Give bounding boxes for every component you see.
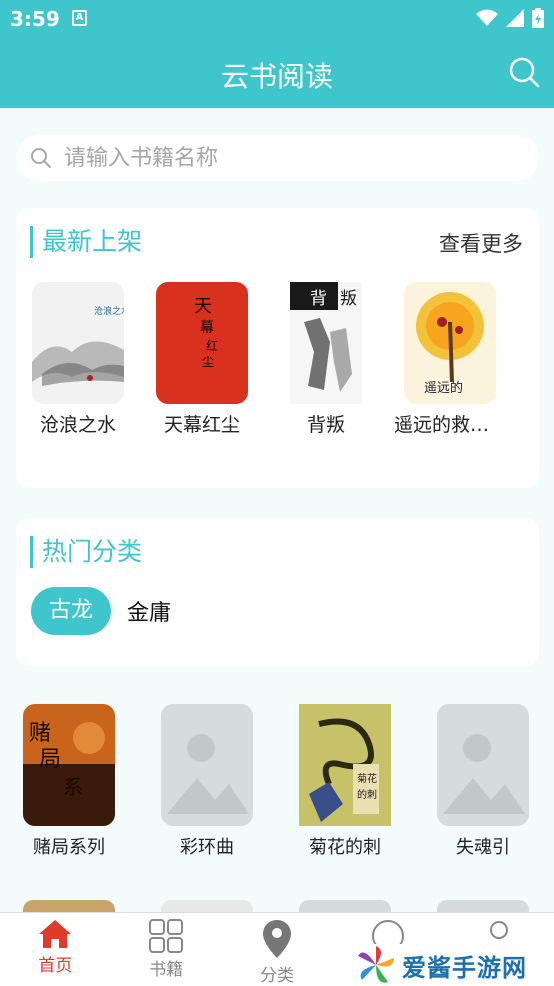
book-title: 天幕红尘 (163, 414, 240, 436)
svg-text:叛: 叛 (340, 289, 357, 309)
book-title: 背叛 (306, 414, 345, 436)
latest-title: 最新上架 (30, 226, 142, 258)
grid-icon (149, 919, 184, 953)
book-item[interactable]: 天幕红尘 天幕红尘 (140, 282, 264, 437)
svg-text:尘: 尘 (202, 355, 214, 369)
book-title: 彩环曲 (180, 837, 234, 858)
home-icon (39, 920, 72, 948)
categories-title: 热门分类 (30, 536, 142, 568)
wifi-icon (476, 9, 498, 26)
pinwheel-logo-icon (358, 946, 394, 983)
svg-text:赌: 赌 (29, 721, 51, 746)
placeholder-image-icon (161, 704, 253, 826)
svg-text:天: 天 (194, 296, 212, 317)
svg-text:局: 局 (39, 747, 61, 772)
latest-card: 最新上架 查看更多 沧浪之水 沧浪之水 天幕红尘 天幕红尘 背叛 背叛 遥远的 … (16, 208, 539, 488)
grid-book-item[interactable]: 失魂引 (414, 704, 552, 859)
watermark-text: 爱酱手游网 (402, 953, 527, 982)
tab-home[interactable]: 首页 (0, 913, 111, 986)
tab-books[interactable]: 书籍 (111, 913, 222, 986)
book-item[interactable]: 遥远的 遥远的救世主 (388, 282, 512, 437)
book-cover: 沧浪之水 (32, 282, 124, 404)
book-title: 沧浪之水 (39, 414, 116, 436)
book-title: 遥远的救世主 (394, 414, 506, 436)
categories-card: 热门分类 古龙 金庸 (16, 518, 539, 666)
svg-text:菊花: 菊花 (357, 772, 377, 785)
placeholder-image-icon (437, 704, 529, 826)
tab-label: 书籍 (149, 960, 184, 980)
status-time: 3:59 (10, 7, 60, 31)
location-pin-icon (262, 920, 291, 958)
signal-icon (506, 9, 524, 27)
category-tag[interactable]: 金庸 (127, 595, 171, 627)
book-cover: 菊花 的刺 (299, 704, 391, 826)
search-input[interactable] (64, 145, 484, 171)
app-title: 云书阅读 (220, 60, 333, 93)
status-bar: 3:59 A (0, 0, 554, 38)
svg-text:红: 红 (206, 338, 218, 353)
book-item[interactable]: 沧浪之水 沧浪之水 (16, 282, 140, 437)
latest-books: 沧浪之水 沧浪之水 天幕红尘 天幕红尘 背叛 背叛 遥远的 遥远的救世主 (16, 282, 539, 437)
grid-book-item[interactable]: 菊花 的刺 菊花的刺 (276, 704, 414, 859)
book-cover: 赌局系 (23, 704, 115, 826)
view-more-link[interactable]: 查看更多 (439, 228, 523, 258)
app-bar: 云书阅读 (0, 38, 554, 108)
search-bar[interactable] (16, 135, 539, 181)
tab-label: 分类 (259, 966, 294, 986)
search-icon (31, 148, 51, 168)
notification-icon: A (72, 10, 87, 26)
book-title: 失魂引 (456, 837, 510, 858)
category-tags: 古龙 金庸 (31, 587, 171, 635)
grid-book-item[interactable]: 彩环曲 (138, 704, 276, 859)
tab-category[interactable]: 分类 (222, 913, 333, 986)
book-cover: 背叛 (290, 282, 362, 404)
system-icons (476, 8, 544, 28)
svg-text:背: 背 (310, 289, 327, 309)
svg-text:幕: 幕 (200, 320, 214, 336)
svg-text:沧浪之水: 沧浪之水 (94, 305, 124, 317)
battery-icon (532, 8, 544, 28)
search-icon[interactable] (508, 56, 540, 88)
category-tag-active[interactable]: 古龙 (31, 587, 111, 635)
watermark: 爱酱手游网 (354, 944, 554, 986)
svg-text:的刺: 的刺 (357, 788, 377, 801)
tab-label: 首页 (38, 956, 73, 976)
svg-text:系: 系 (63, 775, 83, 799)
grid-book-item[interactable]: 赌局系 赌局系列 (0, 704, 138, 859)
book-title: 菊花的刺 (309, 837, 381, 858)
book-title: 赌局系列 (33, 837, 105, 858)
book-grid: 赌局系 赌局系列 彩环曲 菊花 的刺 菊花的刺 失魂引 (0, 704, 554, 859)
svg-text:遥远的: 遥远的 (424, 380, 463, 396)
book-cover: 天幕红尘 (156, 282, 248, 404)
book-cover: 遥远的 (404, 282, 496, 404)
book-item[interactable]: 背叛 背叛 (264, 282, 388, 437)
